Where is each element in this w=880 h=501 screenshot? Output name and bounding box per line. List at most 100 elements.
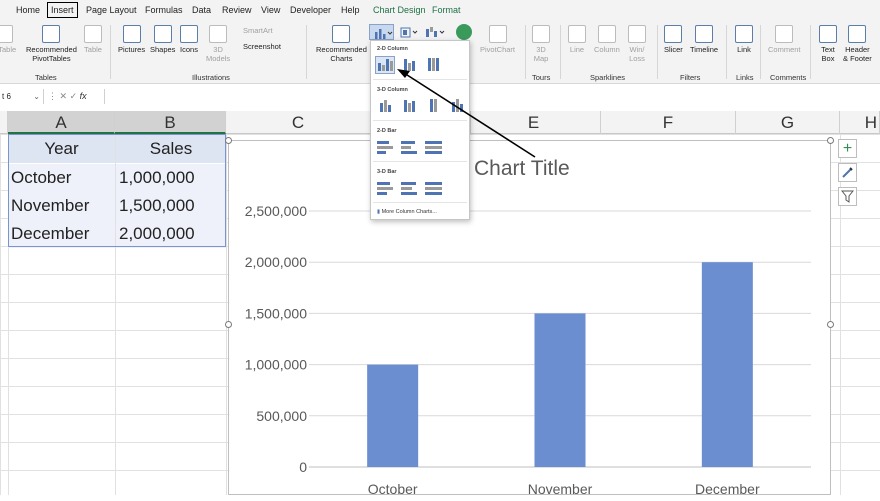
cell-b1[interactable]: Sales	[116, 135, 226, 163]
resize-handle[interactable]	[827, 321, 834, 328]
slicer-icon	[664, 25, 683, 43]
group-separator	[525, 25, 526, 79]
insert-column-chart-button[interactable]	[369, 24, 394, 40]
column-header-b[interactable]: B	[115, 111, 226, 134]
column-header-c[interactable]: C	[226, 111, 371, 134]
screenshot-button[interactable]: Screenshot	[243, 42, 281, 51]
column-header-g[interactable]: G	[736, 111, 840, 134]
3d-stacked-bar-option[interactable]	[399, 179, 419, 197]
smartart-button[interactable]: SmartArt	[243, 26, 273, 35]
3d-100-stacked-column-option[interactable]	[423, 97, 443, 115]
tab-format[interactable]: Format	[432, 3, 461, 17]
slicer-button[interactable]: Slicer	[664, 25, 683, 54]
cell-a2[interactable]: October	[8, 164, 115, 192]
cancel-icon[interactable]: ✕	[60, 91, 68, 101]
cell-a4[interactable]: December	[8, 220, 115, 248]
recommended-charts-button[interactable]: Recommended Charts	[316, 25, 367, 63]
bar[interactable]	[701, 262, 753, 467]
filter-icon	[841, 190, 854, 203]
3d-clustered-bar-option[interactable]	[375, 179, 395, 197]
group-label-filters: Filters	[680, 73, 701, 82]
chart-styles-button[interactable]	[838, 163, 857, 182]
sparkline-column-button[interactable]: Column	[594, 25, 620, 54]
3d-column-option[interactable]	[447, 97, 467, 115]
sparkline-winloss-button[interactable]: Win/ Loss	[628, 25, 646, 63]
more-column-charts-link[interactable]: More Column Charts...	[377, 209, 437, 215]
pivottable-icon	[0, 25, 14, 43]
link-button[interactable]: Link	[735, 25, 753, 54]
cell-a1[interactable]: Year	[8, 135, 115, 163]
stacked-column-option[interactable]	[399, 56, 419, 74]
bar[interactable]	[534, 313, 586, 467]
section-3d-column: 3-D Column	[377, 87, 408, 93]
group-label-sparklines: Sparklines	[590, 73, 626, 82]
chart-title[interactable]: Chart Title	[474, 157, 570, 181]
3d-models-button[interactable]: 3D Models	[206, 25, 230, 63]
select-all-corner[interactable]	[0, 111, 8, 134]
tab-developer[interactable]: Developer	[290, 3, 331, 17]
tab-formulas[interactable]: Formulas	[145, 3, 183, 17]
insert-hierarchy-chart-button[interactable]	[398, 24, 420, 40]
grid-line	[226, 134, 227, 495]
resize-handle[interactable]	[225, 137, 232, 144]
chart-elements-button[interactable]: +	[838, 139, 857, 158]
maps-chart-button[interactable]	[456, 24, 472, 40]
tab-home[interactable]: Home	[16, 3, 40, 17]
3d-bar-row	[375, 179, 443, 197]
name-box[interactable]: t 6 ⌄	[0, 89, 44, 104]
resize-handle[interactable]	[827, 137, 834, 144]
column-header-a[interactable]: A	[8, 111, 115, 134]
stacked-bar-option[interactable]	[399, 138, 419, 156]
tab-page-layout[interactable]: Page Layout	[86, 3, 137, 17]
3d-100-stacked-bar-option[interactable]	[423, 179, 443, 197]
y-tick-label: 500,000	[256, 408, 307, 424]
100-stacked-column-option[interactable]	[423, 56, 443, 74]
cell-b3[interactable]: 1,500,000	[116, 192, 226, 220]
shapes-button[interactable]: Shapes	[150, 25, 175, 54]
table-button[interactable]: Table	[84, 25, 102, 54]
column-header-h[interactable]: H	[840, 111, 880, 134]
chart-area[interactable]: 0 500,000 1,000,000 1,500,000 2,000,000 2,500…	[228, 140, 831, 497]
tab-view[interactable]: View	[261, 3, 280, 17]
column-header-f[interactable]: F	[601, 111, 736, 134]
chevron-down-icon[interactable]: ⌄	[33, 89, 40, 104]
tab-help[interactable]: Help	[341, 3, 360, 17]
enter-icon[interactable]: ✓	[70, 91, 78, 101]
insert-waterfall-chart-button[interactable]	[423, 24, 447, 40]
comment-button[interactable]: Comment	[768, 25, 801, 54]
tab-insert[interactable]: Insert	[47, 2, 78, 18]
function-icon[interactable]: fx	[80, 91, 87, 101]
3d-map-button[interactable]: 3D Map	[532, 25, 550, 63]
text-box-button[interactable]: Text Box	[819, 25, 837, 63]
group-separator	[760, 25, 761, 79]
resize-handle[interactable]	[225, 321, 232, 328]
header-footer-button[interactable]: Header & Footer	[843, 25, 872, 63]
icons-button[interactable]: Icons	[180, 25, 198, 54]
cell-b2[interactable]: 1,000,000	[116, 164, 226, 192]
pictures-button[interactable]: Pictures	[118, 25, 145, 54]
recommended-pivottables-button[interactable]: Recommended PivotTables	[26, 25, 77, 63]
x-tick-label: December	[695, 481, 760, 496]
3d-clustered-column-option[interactable]	[375, 97, 395, 115]
100-stacked-bar-option[interactable]	[423, 138, 443, 156]
clustered-bar-option[interactable]	[375, 138, 395, 156]
cell-b4[interactable]: 2,000,000	[116, 220, 226, 248]
table-icon	[84, 25, 102, 43]
pivotchart-button[interactable]: PivotChart	[480, 25, 515, 54]
sparkline-line-button[interactable]: Line	[568, 25, 586, 54]
bar[interactable]	[367, 364, 419, 467]
column-chart: 0 500,000 1,000,000 1,500,000 2,000,000 2,500…	[245, 203, 811, 497]
chart-filters-button[interactable]	[838, 187, 857, 206]
formula-input[interactable]	[104, 89, 880, 104]
tab-data[interactable]: Data	[192, 3, 211, 17]
timeline-button[interactable]: Timeline	[690, 25, 718, 54]
pivottable-button[interactable]: otTable	[0, 25, 16, 54]
3d-stacked-column-option[interactable]	[399, 97, 419, 115]
divider	[373, 202, 467, 203]
column-header-e[interactable]: E	[471, 111, 601, 134]
cell-a3[interactable]: November	[8, 192, 115, 220]
clustered-column-option[interactable]	[375, 56, 395, 74]
tab-review[interactable]: Review	[222, 3, 252, 17]
group-separator	[306, 25, 307, 79]
tab-chart-design[interactable]: Chart Design	[373, 3, 426, 17]
